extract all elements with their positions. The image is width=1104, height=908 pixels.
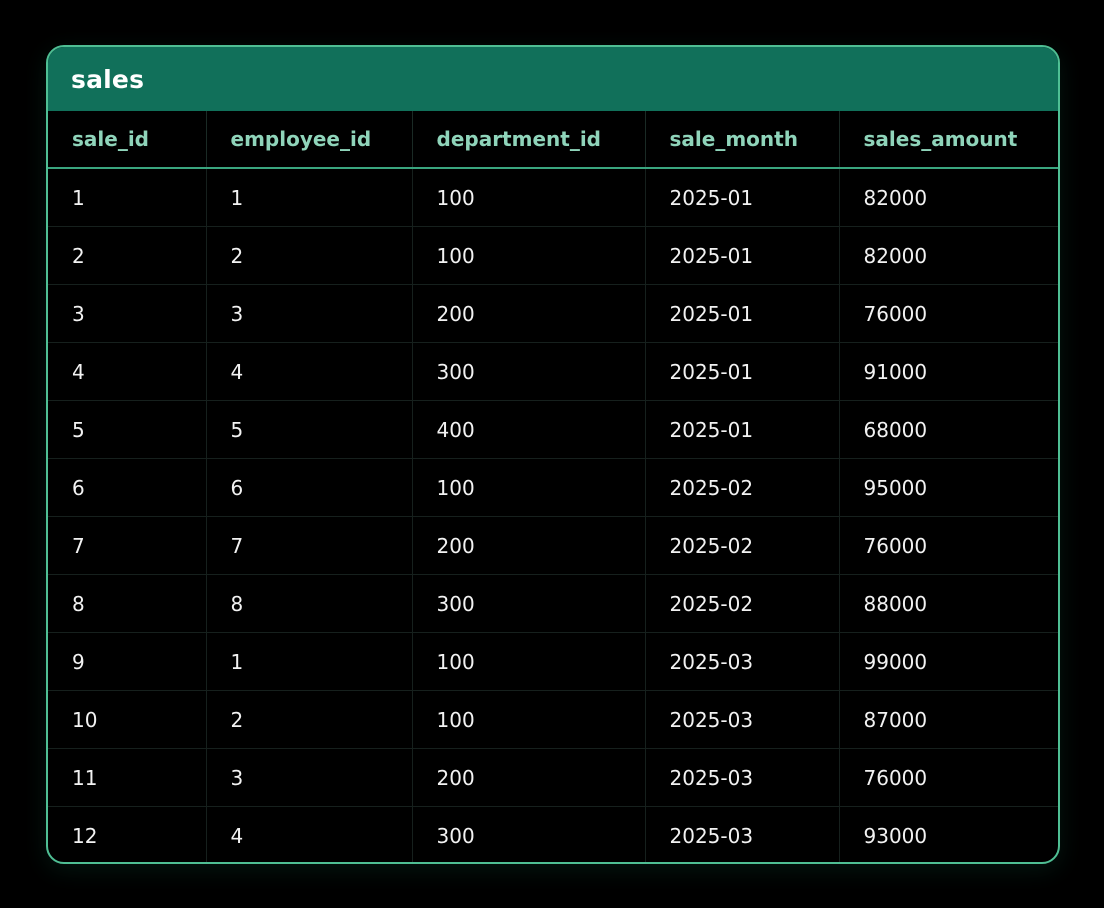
table-title-bar: sales [48, 47, 1058, 111]
cell-sales-amount: 82000 [839, 168, 1058, 227]
cell-employee-id: 1 [206, 632, 413, 691]
cell-employee-id: 8 [206, 574, 413, 633]
cell-sale-month: 2025-02 [645, 458, 840, 517]
cell-employee-id: 3 [206, 284, 413, 343]
table-title: sales [71, 64, 145, 94]
cell-department-id: 100 [412, 632, 646, 691]
cell-sales-amount: 91000 [839, 342, 1058, 401]
cell-department-id: 300 [412, 574, 646, 633]
cell-department-id: 100 [412, 458, 646, 517]
cell-sale-id: 4 [48, 342, 207, 401]
cell-department-id: 400 [412, 400, 646, 459]
cell-sale-id: 12 [48, 806, 207, 862]
cell-sale-id: 7 [48, 516, 207, 575]
cell-department-id: 300 [412, 342, 646, 401]
cell-sale-month: 2025-03 [645, 806, 840, 862]
cell-sale-id: 10 [48, 690, 207, 749]
column-header-sale-id: sale_id [48, 111, 207, 169]
table-row: 12 4 300 2025-03 93000 [48, 806, 1058, 862]
cell-sale-month: 2025-02 [645, 574, 840, 633]
cell-department-id: 100 [412, 226, 646, 285]
table-row: 1 1 100 2025-01 82000 [48, 168, 1058, 227]
cell-employee-id: 2 [206, 690, 413, 749]
table-row: 2 2 100 2025-01 82000 [48, 226, 1058, 285]
table-row: 10 2 100 2025-03 87000 [48, 690, 1058, 749]
cell-sales-amount: 68000 [839, 400, 1058, 459]
cell-sale-id: 6 [48, 458, 207, 517]
cell-department-id: 200 [412, 748, 646, 807]
cell-department-id: 200 [412, 284, 646, 343]
cell-sales-amount: 93000 [863, 823, 928, 848]
table-header: sale_id employee_id department_id sale_m… [48, 111, 1058, 169]
cell-employee-id: 7 [206, 516, 413, 575]
cell-sale-id: 11 [48, 748, 207, 807]
table-row: 6 6 100 2025-02 95000 [48, 458, 1058, 517]
table-row: 3 3 200 2025-01 76000 [48, 284, 1058, 343]
column-header-sale-month: sale_month [645, 111, 840, 169]
table-row: 9 1 100 2025-03 99000 [48, 632, 1058, 691]
table-row: 7 7 200 2025-02 76000 [48, 516, 1058, 575]
column-header-employee-id: employee_id [206, 111, 413, 169]
cell-sales-amount: 87000 [839, 690, 1058, 749]
cell-sales-amount: 88000 [839, 574, 1058, 633]
table-body: 1 1 100 2025-01 82000 2 2 100 2025-01 82000 3 3 200 2… [48, 168, 1058, 862]
cell-sale-id: 9 [48, 632, 207, 691]
table-row: 5 5 400 2025-01 68000 [48, 400, 1058, 459]
cell-employee-id: 4 [206, 342, 413, 401]
cell-sale-month: 2025-01 [645, 226, 840, 285]
cell-sales-amount: 99000 [839, 632, 1058, 691]
cell-sales-amount: 95000 [839, 458, 1058, 517]
cell-sale-month: 2025-03 [645, 690, 840, 749]
cell-sales-amount: 82000 [839, 226, 1058, 285]
cell-employee-id: 4 [206, 806, 413, 862]
cell-employee-id: 6 [206, 458, 413, 517]
cell-department-id: 300 [412, 806, 646, 862]
cell-sale-month: 2025-01 [645, 284, 840, 343]
cell-department-id: 100 [412, 168, 646, 227]
cell-sales-amount: 76000 [839, 516, 1058, 575]
cell-employee-id: 2 [206, 226, 413, 285]
cell-sales-amount: 76000 [839, 748, 1058, 807]
sales-table-card: sales sale_id employee_id department_id … [46, 45, 1060, 864]
cell-sale-month: 2025-03 [645, 748, 840, 807]
table-row: 11 3 200 2025-03 76000 [48, 748, 1058, 807]
cell-department-id: 200 [412, 516, 646, 575]
cell-sale-id: 8 [48, 574, 207, 633]
cell-sale-id: 3 [48, 284, 207, 343]
table-row: 8 8 300 2025-02 88000 [48, 574, 1058, 633]
cell-sale-month: 2025-01 [645, 342, 840, 401]
cell-sale-id: 1 [48, 168, 207, 227]
cell-sales-amount: 76000 [839, 284, 1058, 343]
cell-employee-id: 3 [206, 748, 413, 807]
header-row: sale_id employee_id department_id sale_m… [48, 111, 1058, 169]
cell-employee-id: 1 [206, 168, 413, 227]
cell-sale-month: 2025-03 [645, 632, 840, 691]
column-header-department-id: department_id [412, 111, 646, 169]
cell-sale-month: 2025-02 [645, 516, 840, 575]
column-header-sales-amount: sales_amount [839, 111, 1058, 169]
sales-table: sale_id employee_id department_id sale_m… [48, 111, 1058, 862]
table-row: 4 4 300 2025-01 91000 [48, 342, 1058, 401]
cell-sale-id: 5 [48, 400, 207, 459]
cell-sale-id: 2 [48, 226, 207, 285]
cell-sale-month: 2025-01 [645, 400, 840, 459]
cell-department-id: 100 [412, 690, 646, 749]
cell-sale-month: 2025-01 [645, 168, 840, 227]
cell-employee-id: 5 [206, 400, 413, 459]
